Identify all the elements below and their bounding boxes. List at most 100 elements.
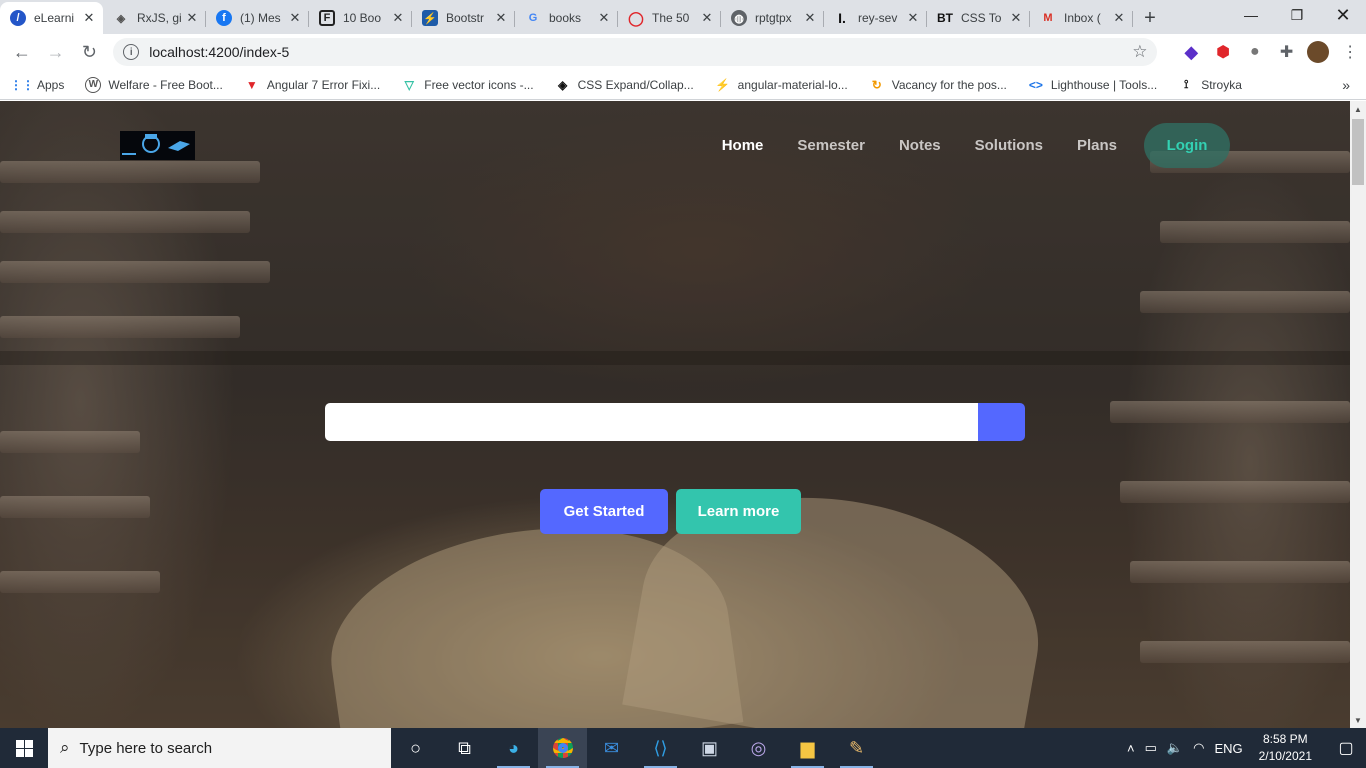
window-close-button[interactable]: ✕ [1320, 0, 1366, 30]
nav-semester[interactable]: Semester [797, 137, 865, 154]
volume-icon[interactable]: 🔈 [1167, 740, 1183, 756]
tray-overflow-icon[interactable]: ˄ [1127, 741, 1135, 756]
vscode-icon[interactable]: ⟨⟩ [636, 728, 685, 768]
tab-flaticon[interactable]: F 10 Boo ✕ [309, 2, 412, 34]
close-icon[interactable]: ✕ [287, 10, 303, 26]
bookmark-angular-error[interactable]: ▼ Angular 7 Error Fixi... [244, 77, 380, 93]
codepen-icon: ◈ [557, 77, 568, 92]
extensions-puzzle-icon[interactable]: ✚ [1271, 36, 1303, 68]
bookmarks-overflow-icon[interactable]: » [1342, 77, 1350, 93]
paint-icon[interactable]: ✎ [832, 728, 881, 768]
close-icon[interactable]: ✕ [1111, 10, 1127, 26]
extension-badge-icon[interactable]: ◆ [1175, 36, 1207, 68]
tor-browser-icon[interactable]: ◎ [734, 728, 783, 768]
browser-menu-icon[interactable]: ⋮ [1334, 36, 1366, 68]
start-button[interactable] [0, 728, 48, 768]
nav-solutions[interactable]: Solutions [975, 137, 1043, 154]
bookmarks-bar: ⋮⋮ Apps W Welfare - Free Boot... ▼ Angular … [0, 70, 1366, 100]
tab-title: CSS To [961, 11, 1002, 25]
learn-more-button[interactable]: Learn more [676, 489, 801, 534]
close-icon[interactable]: ✕ [184, 10, 200, 26]
store-icon[interactable]: ▣ [685, 728, 734, 768]
page-scrollbar[interactable]: ▲ ▼ [1350, 101, 1366, 728]
bookmark-stroyka[interactable]: ⟟ Stroyka [1178, 77, 1242, 93]
close-icon[interactable]: ✕ [1008, 10, 1024, 26]
bookmark-label: CSS Expand/Collap... [577, 77, 694, 92]
scroll-down-icon[interactable]: ▼ [1350, 712, 1366, 728]
close-icon[interactable]: ✕ [390, 10, 406, 26]
tab-indeed[interactable]: I. rey-sev ✕ [824, 2, 927, 34]
file-explorer-icon[interactable]: ▆ [783, 728, 832, 768]
search-input[interactable] [325, 403, 978, 441]
site-logo[interactable] [120, 131, 195, 160]
close-icon[interactable]: ✕ [493, 10, 509, 26]
tab-globe[interactable]: ◍ rptgtpx ✕ [721, 2, 824, 34]
mail-icon[interactable]: ✉ [587, 728, 636, 768]
tab-title: Inbox ( [1064, 11, 1101, 25]
tab-bootstrap[interactable]: ⚡ Bootstr ✕ [412, 2, 515, 34]
bookmark-apps[interactable]: ⋮⋮ Apps [10, 77, 64, 93]
bt-favicon: BT [937, 11, 953, 25]
site-info-icon[interactable]: i [123, 44, 140, 60]
reload-button[interactable]: ↻ [74, 36, 106, 68]
bookmark-label: Welfare - Free Boot... [108, 77, 223, 92]
browser-toolbar: ← → ↻ i localhost:4200/index-5 ☆ ◆ ⬢ ● ✚… [0, 34, 1366, 70]
windows-taskbar: ⌕ Type here to search ○ ⧉ ◕ ✉ ⟨⟩ ▣ ◎ ▆ ✎… [0, 728, 1366, 768]
bookmark-welfare[interactable]: W Welfare - Free Boot... [85, 76, 223, 93]
tab-bt[interactable]: BT CSS To ✕ [927, 2, 1030, 34]
maximize-button[interactable]: ❐ [1274, 0, 1320, 30]
new-tab-button[interactable]: + [1133, 2, 1167, 34]
extension-ghost-icon[interactable]: ● [1239, 36, 1271, 68]
address-bar[interactable]: i localhost:4200/index-5 ☆ [113, 38, 1158, 66]
close-icon[interactable]: ✕ [905, 10, 921, 26]
windows-logo-icon [15, 739, 33, 757]
address-url[interactable]: localhost:4200/index-5 [149, 44, 1132, 60]
nav-plans[interactable]: Plans [1077, 137, 1117, 154]
tab-facebook[interactable]: f (1) Mes ✕ [206, 2, 309, 34]
gmail-favicon: M [1043, 12, 1053, 24]
wifi-icon[interactable]: ◠ [1193, 740, 1204, 756]
bookmark-css-expand[interactable]: ◈ CSS Expand/Collap... [555, 77, 694, 93]
bookmark-lighthouse[interactable]: <> Lighthouse | Tools... [1028, 77, 1157, 93]
bookmark-vector-icons[interactable]: ▽ Free vector icons -... [401, 77, 534, 93]
bookmark-label: Angular 7 Error Fixi... [266, 77, 381, 92]
tab-rxjs[interactable]: ◈ RxJS, gi ✕ [103, 2, 206, 34]
close-icon[interactable]: ✕ [81, 10, 97, 26]
close-icon[interactable]: ✕ [802, 10, 818, 26]
adblock-icon[interactable]: ⬢ [1207, 36, 1239, 68]
close-icon[interactable]: ✕ [596, 10, 612, 26]
cortana-icon[interactable]: ○ [391, 728, 440, 768]
taskbar-clock[interactable]: 8:58 PM 2/10/2021 [1259, 731, 1312, 765]
scroll-up-icon[interactable]: ▲ [1350, 101, 1366, 117]
language-indicator[interactable]: ENG [1214, 741, 1242, 756]
task-view-icon[interactable]: ⧉ [440, 728, 489, 768]
vuetify-icon: ▼ [245, 77, 258, 92]
get-started-button[interactable]: Get Started [540, 489, 668, 534]
minimize-button[interactable]: — [1228, 0, 1274, 30]
chrome-icon[interactable] [538, 728, 587, 768]
bookmark-vacancy[interactable]: ↻ Vacancy for the pos... [869, 77, 1007, 93]
tab-google[interactable]: G books ✕ [515, 2, 618, 34]
close-icon[interactable]: ✕ [699, 10, 715, 26]
tab-gmail[interactable]: M Inbox ( ✕ [1030, 2, 1133, 34]
forward-button[interactable]: → [40, 36, 72, 68]
taskbar-search[interactable]: ⌕ Type here to search [48, 728, 391, 768]
tab-elearning[interactable]: / eLearni ✕ [0, 2, 103, 34]
clock-time: 8:58 PM [1262, 732, 1308, 746]
login-button[interactable]: Login [1144, 123, 1230, 168]
edge-icon[interactable]: ◕ [489, 728, 538, 768]
tab-opera[interactable]: ◯ The 50 ✕ [618, 2, 721, 34]
profile-avatar[interactable] [1302, 36, 1334, 68]
search-button[interactable] [978, 403, 1025, 441]
notification-center-icon[interactable]: ▢ [1326, 738, 1366, 758]
back-button[interactable]: ← [6, 36, 38, 68]
bookmark-angular-material[interactable]: ⚡ angular-material-lo... [715, 77, 848, 93]
nav-home[interactable]: Home [722, 137, 764, 154]
bookmark-label: Vacancy for the pos... [891, 77, 1007, 92]
nav-notes[interactable]: Notes [899, 137, 941, 154]
main-nav: Home Semester Notes Solutions Plans Logi… [688, 123, 1230, 168]
scrollbar-thumb[interactable] [1352, 119, 1364, 185]
battery-icon[interactable]: ▭ [1145, 740, 1157, 756]
bookmark-star-icon[interactable]: ☆ [1132, 42, 1147, 62]
bookmark-label: Stroyka [1201, 77, 1242, 92]
